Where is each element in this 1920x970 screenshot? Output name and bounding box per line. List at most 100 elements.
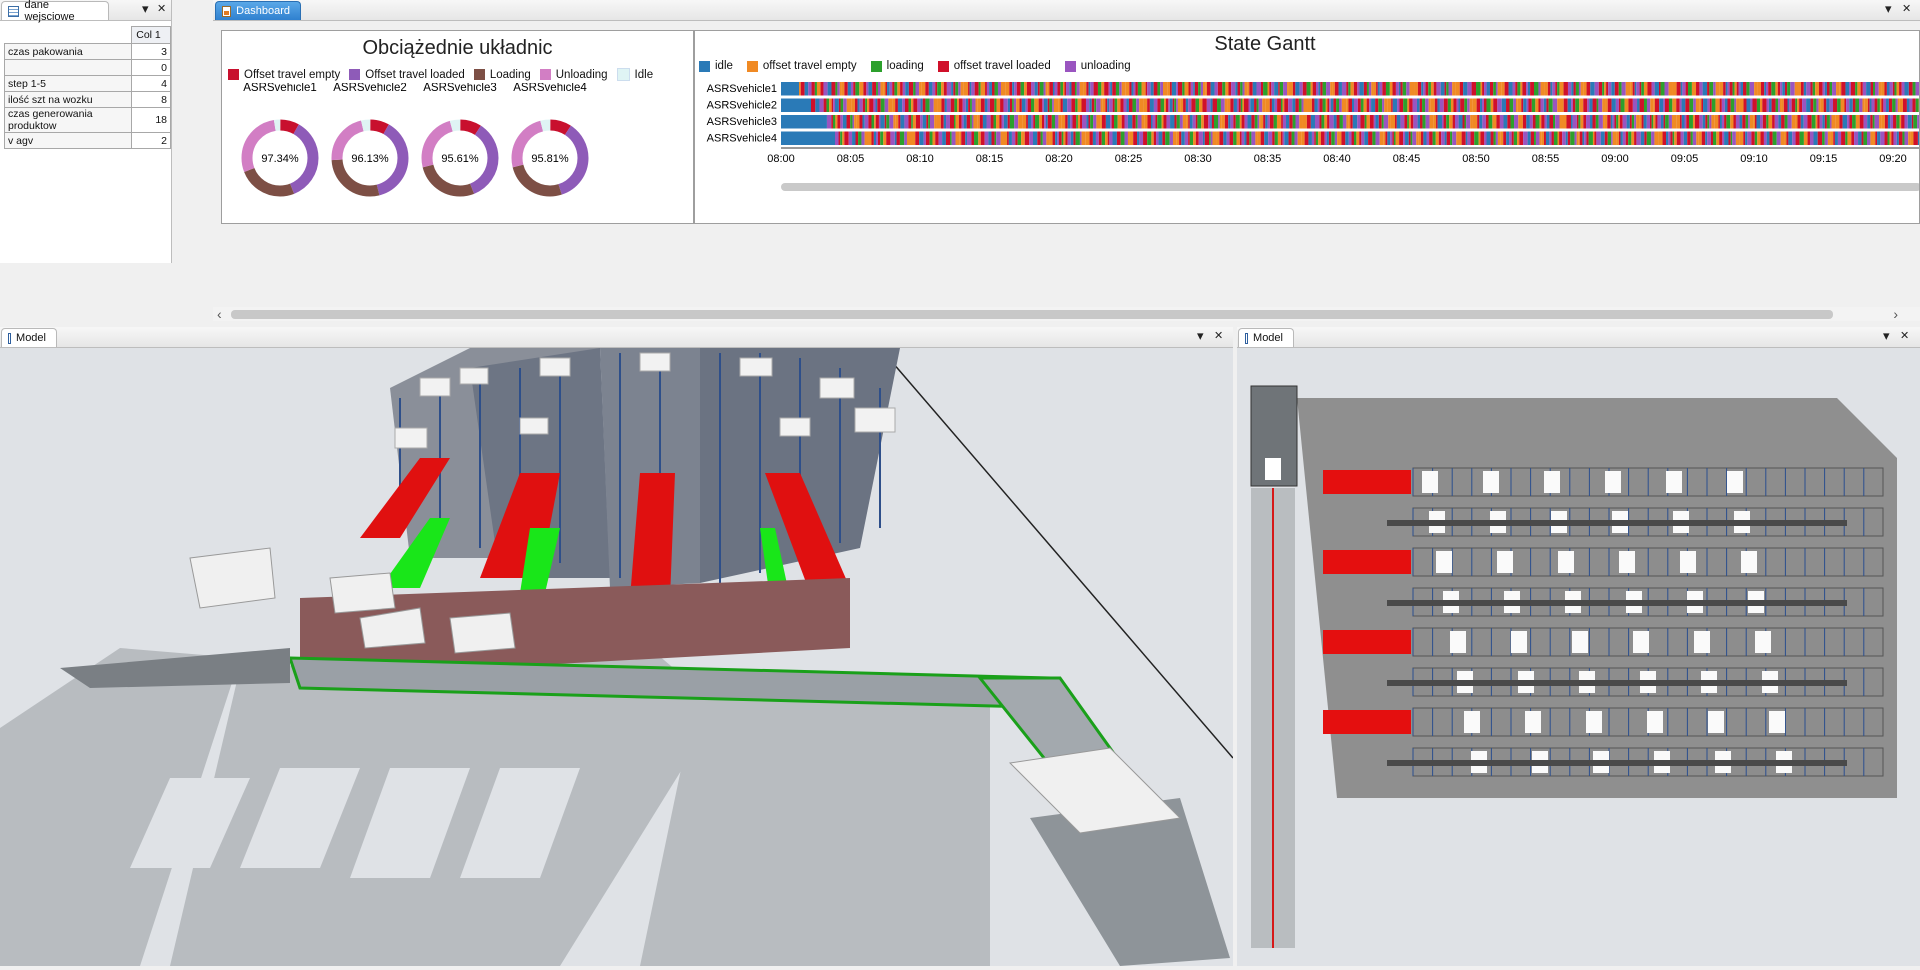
- gantt-segment: [1356, 131, 1360, 145]
- row-value[interactable]: 3: [131, 43, 171, 60]
- gantt-segment: [1812, 82, 1816, 96]
- legend-item: Offset travel loaded: [349, 69, 465, 81]
- tab-model-3d[interactable]: Model: [1, 328, 57, 347]
- chevron-down-icon[interactable]: ▾: [1885, 2, 1892, 16]
- chevron-down-icon[interactable]: ▾: [1883, 329, 1890, 343]
- gantt-segment: [971, 98, 976, 112]
- close-icon[interactable]: ✕: [1902, 2, 1911, 16]
- gantt-tick-label: 08:50: [1462, 153, 1490, 165]
- gantt-segment: [1684, 115, 1687, 129]
- row-value[interactable]: 18: [131, 107, 171, 133]
- gantt-segment: [1643, 82, 1648, 96]
- row-value[interactable]: 4: [131, 75, 171, 92]
- chevron-down-icon[interactable]: ▾: [142, 2, 149, 16]
- gantt-segment: [1089, 131, 1093, 145]
- gantt-segment: [1033, 115, 1036, 129]
- gantt-segment: [1596, 98, 1599, 112]
- gantt-segment: [1555, 115, 1560, 129]
- gantt-segment: [1789, 98, 1792, 112]
- gantt-segment: [1515, 82, 1518, 96]
- gantt-segment: [1292, 82, 1296, 96]
- chevron-down-icon[interactable]: ▾: [1197, 329, 1204, 343]
- gantt-segment: [1257, 131, 1261, 145]
- gantt-segment: [1829, 115, 1832, 129]
- gantt-segment: [1559, 115, 1564, 129]
- gantt-segment: [1112, 82, 1116, 96]
- gantt-segment: [1392, 98, 1398, 112]
- gantt-segment: [1784, 131, 1787, 145]
- gantt-segment: [1898, 131, 1903, 145]
- gantt-segment: [781, 115, 823, 129]
- gantt-segment: [1815, 82, 1819, 96]
- gantt-segment: [1540, 98, 1544, 112]
- gantt-segment: [1420, 131, 1424, 145]
- gantt-segment: [1523, 98, 1527, 112]
- gantt-segment: [1870, 82, 1874, 96]
- model-3d-viewport[interactable]: [0, 348, 1233, 966]
- close-icon[interactable]: ✕: [157, 2, 166, 16]
- donut-title: ASRSvehicle3: [423, 83, 497, 94]
- gantt-segment: [1014, 82, 1017, 96]
- gantt-segment: [1668, 115, 1672, 129]
- gantt-segment: [1268, 131, 1273, 145]
- row-value[interactable]: 8: [131, 91, 171, 108]
- gantt-segment: [1743, 82, 1747, 96]
- gantt-segment: [1707, 115, 1710, 129]
- gantt-segment: [1817, 115, 1820, 129]
- gantt-segment: [1117, 98, 1121, 112]
- gantt-segment: [1663, 98, 1665, 112]
- gantt-scrollbar[interactable]: [781, 183, 1919, 191]
- gantt-segment: [941, 98, 945, 112]
- gantt-segment: [1689, 98, 1694, 112]
- gantt-segment: [1357, 115, 1361, 129]
- model-top-viewport[interactable]: [1237, 348, 1920, 966]
- gantt-segment: [908, 115, 912, 129]
- gantt-segment: [1263, 82, 1268, 96]
- scroll-right-button[interactable]: ›: [1893, 306, 1898, 322]
- gantt-segment: [929, 131, 933, 145]
- tab-model-top[interactable]: Model: [1238, 328, 1294, 347]
- gantt-segment: [1191, 98, 1196, 112]
- gantt-segment: [1351, 131, 1354, 145]
- gantt-segment: [847, 82, 851, 96]
- tab-dane-wejsciowe[interactable]: dane wejsciowe: [1, 0, 109, 23]
- close-icon[interactable]: ✕: [1900, 329, 1909, 343]
- gantt-segment: [1452, 82, 1456, 96]
- gantt-segment: [1762, 115, 1767, 129]
- storage-box: [1483, 471, 1499, 493]
- gantt-segment: [1701, 98, 1704, 112]
- dashboard-horizontal-scrollbar[interactable]: ‹ ›: [213, 306, 1920, 322]
- gantt-segment: [1482, 115, 1486, 129]
- gantt-segment: [1867, 98, 1870, 112]
- gantt-segment: [1514, 115, 1519, 129]
- gantt-segment: [1586, 115, 1591, 129]
- scroll-left-button[interactable]: ‹: [217, 306, 222, 322]
- gantt-segment: [1217, 98, 1221, 112]
- gantt-segment: [864, 115, 869, 129]
- gantt-segment: [1446, 115, 1450, 129]
- gantt-segment: [1647, 82, 1652, 96]
- gantt-segment: [1393, 131, 1396, 145]
- gantt-segment: [1101, 115, 1106, 129]
- gantt-segment: [1015, 131, 1018, 145]
- gantt-segment: [928, 115, 930, 129]
- gantt-segment: [1781, 115, 1785, 129]
- crane-rail: [1387, 520, 1847, 526]
- row-value[interactable]: 0: [131, 59, 171, 76]
- gantt-segment: [1077, 115, 1081, 129]
- gantt-segment: [1049, 131, 1053, 145]
- gantt-segment: [1833, 98, 1838, 112]
- scroll-thumb[interactable]: [231, 310, 1833, 319]
- gantt-segment: [1495, 82, 1498, 96]
- gantt-segment: [1732, 131, 1736, 145]
- close-icon[interactable]: ✕: [1214, 329, 1223, 343]
- tab-dashboard[interactable]: Dashboard: [215, 1, 301, 20]
- legend-swatch: [746, 60, 758, 72]
- row-value[interactable]: 2: [131, 132, 171, 149]
- crane-rail: [1387, 680, 1847, 686]
- gantt-segment: [1100, 98, 1103, 112]
- gantt-segment: [959, 131, 962, 145]
- gantt-segment: [884, 98, 889, 112]
- gantt-segment: [1547, 82, 1551, 96]
- gantt-segment: [1392, 131, 1394, 145]
